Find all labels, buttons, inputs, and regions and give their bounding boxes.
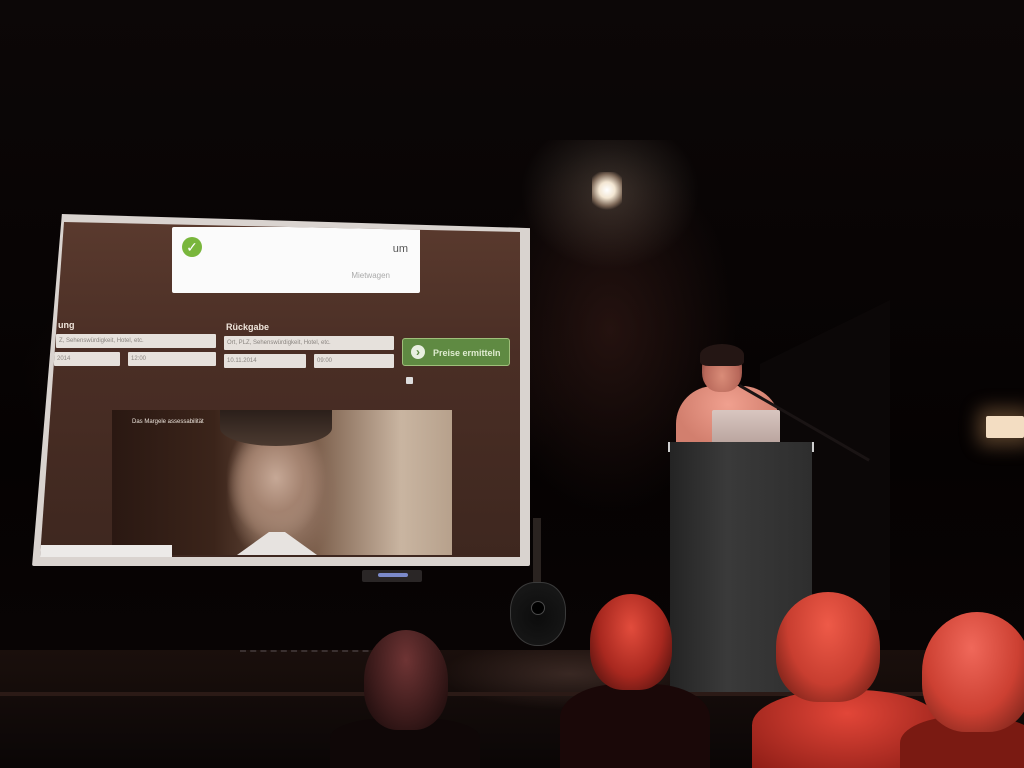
- portrait-photo: Das Margele assessabilität: [112, 410, 452, 555]
- projected-website: ✓ um Mietwagen ung Rückgabe Z, Sehenswür…: [40, 222, 520, 557]
- pickup-label: ung: [58, 320, 75, 330]
- site-logo-banner: ✓ um Mietwagen: [172, 227, 420, 293]
- pickup-time-field[interactable]: 12:00: [128, 352, 216, 366]
- guitar-neck: [533, 518, 541, 590]
- return-label: Rückgabe: [226, 322, 270, 332]
- projector-light: [378, 573, 408, 577]
- audience-member-head: [776, 592, 880, 702]
- audience-member-head: [922, 612, 1024, 732]
- bottom-banner: [40, 545, 172, 557]
- stage-scene: ✓ um Mietwagen ung Rückgabe Z, Sehenswür…: [0, 0, 1024, 768]
- logo-tld: um: [392, 243, 408, 255]
- logo-subtitle: Mietwagen: [351, 271, 390, 280]
- return-location-field[interactable]: Ort, PLZ, Sehenswürdigkeit, Hotel, etc.: [224, 336, 394, 350]
- get-prices-button[interactable]: › Preise ermitteln: [402, 338, 510, 366]
- wall-lamp: [986, 416, 1024, 438]
- laptop: [712, 410, 780, 446]
- speaker-hair: [700, 344, 744, 366]
- portrait-hair: [220, 410, 332, 446]
- checkmark-icon: ✓: [182, 237, 202, 257]
- pickup-date-field[interactable]: 2014: [54, 352, 120, 366]
- pickup-location-field[interactable]: Z, Sehenswürdigkeit, Hotel, etc.: [56, 334, 216, 348]
- spotlight: [592, 172, 622, 212]
- option-checkbox[interactable]: [406, 377, 413, 384]
- audience-member-body: [560, 684, 710, 768]
- get-prices-label: Preise ermitteln: [433, 348, 501, 358]
- arrow-circle-icon: ›: [411, 345, 425, 359]
- return-time-field[interactable]: 09:00: [314, 354, 394, 368]
- return-date-field[interactable]: 10.11.2014: [224, 354, 306, 368]
- audience-member-head: [590, 594, 672, 690]
- photo-caption: Das Margele assessabilität: [132, 419, 204, 425]
- audience-member-head: [364, 630, 448, 730]
- guitar-soundhole: [531, 601, 545, 615]
